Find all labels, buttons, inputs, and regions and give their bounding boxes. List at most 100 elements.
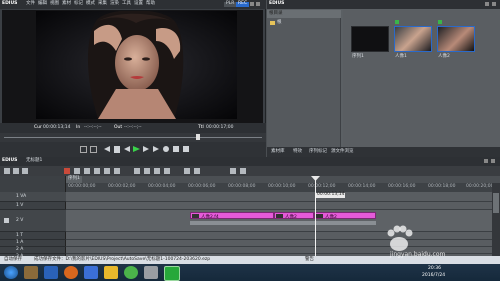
track-lane-1va[interactable] bbox=[66, 192, 492, 202]
bin-folder-tree: 根目录 根 bbox=[267, 10, 341, 147]
step-forward-icon[interactable] bbox=[143, 146, 149, 152]
bin-tree-root[interactable]: 根 bbox=[277, 20, 282, 26]
timeline-clip[interactable]: 人像2 bbox=[274, 212, 314, 220]
plr-mode-button[interactable]: PLR bbox=[224, 1, 237, 7]
ripple-icon[interactable] bbox=[134, 168, 140, 174]
track-name: 2 A bbox=[16, 247, 24, 252]
timeline-clip-label: 人像2.f4 bbox=[201, 215, 219, 220]
render-icon[interactable] bbox=[184, 168, 190, 174]
fast-forward-icon[interactable] bbox=[153, 146, 159, 152]
firefox-icon[interactable] bbox=[64, 266, 78, 279]
menu-settings[interactable]: 设置 bbox=[134, 1, 143, 7]
menu-tools[interactable]: 工具 bbox=[122, 1, 131, 7]
menu-clip[interactable]: 素材 bbox=[62, 1, 71, 7]
undo-icon[interactable] bbox=[104, 168, 110, 174]
timeline-close-icon[interactable] bbox=[491, 159, 495, 163]
cur-timecode: 00:00:13;14 bbox=[43, 125, 71, 130]
clip-thumbnail bbox=[192, 214, 199, 218]
track-header-1va[interactable]: 1 VA bbox=[0, 192, 66, 202]
track-header-1v[interactable]: 1 V bbox=[0, 202, 66, 210]
app-logo: EDIUS bbox=[2, 1, 18, 6]
zoom-in-icon[interactable] bbox=[240, 168, 246, 174]
copy-icon[interactable] bbox=[74, 168, 80, 174]
folder-icon[interactable] bbox=[104, 266, 118, 279]
timeline-minimize-icon[interactable] bbox=[484, 159, 488, 163]
ie-icon[interactable] bbox=[44, 266, 58, 279]
scrub-bar[interactable] bbox=[0, 133, 266, 142]
track-header-2a[interactable]: 2 A bbox=[0, 247, 66, 254]
insert-icon[interactable] bbox=[173, 146, 179, 152]
minimize-icon[interactable] bbox=[250, 2, 254, 6]
tab-effects[interactable]: 特效 bbox=[293, 149, 302, 155]
export-icon[interactable] bbox=[194, 168, 200, 174]
marker-icon[interactable] bbox=[164, 168, 170, 174]
timeline-toolbar bbox=[0, 166, 500, 176]
open-project-icon[interactable] bbox=[13, 168, 19, 174]
redo-icon[interactable] bbox=[114, 168, 120, 174]
bin-tab-strip: 素材库 特效 序列标记 源文件浏览 bbox=[267, 147, 500, 157]
stop-icon[interactable] bbox=[114, 146, 120, 153]
cut-icon[interactable] bbox=[64, 168, 70, 174]
menu-marker[interactable]: 标记 bbox=[74, 1, 83, 7]
sequence-tab[interactable]: 序列1 bbox=[66, 176, 82, 183]
timeline-clip[interactable]: 人像2.f4 bbox=[190, 212, 274, 220]
clip-portrait1[interactable]: 人像1 bbox=[394, 20, 432, 59]
set-out-icon[interactable] bbox=[90, 146, 97, 153]
menu-help[interactable]: 帮助 bbox=[146, 1, 155, 7]
track-header-1t[interactable]: 1 T bbox=[0, 232, 66, 240]
tab-source-browser[interactable]: 源文件浏览 bbox=[331, 149, 354, 155]
step-back-icon[interactable] bbox=[124, 146, 130, 152]
menu-file[interactable]: 文件 bbox=[26, 1, 35, 7]
loop-icon[interactable] bbox=[163, 146, 169, 152]
in-timecode: --:--:--;-- bbox=[84, 125, 102, 130]
in-label: In bbox=[76, 125, 81, 130]
paste-icon[interactable] bbox=[84, 168, 90, 174]
close-icon[interactable] bbox=[256, 2, 260, 6]
tab-sequence-markers[interactable]: 序列标记 bbox=[309, 149, 327, 155]
visibility-toggle-icon[interactable] bbox=[4, 218, 9, 223]
preview-frame-image bbox=[36, 11, 237, 119]
timeline-ruler[interactable]: 00:00:00;00 00:00:02;00 00:00:04;00 00:0… bbox=[66, 183, 494, 192]
set-in-icon[interactable] bbox=[80, 146, 87, 153]
track-lane-1v[interactable] bbox=[66, 202, 492, 210]
edius-taskbar-icon[interactable] bbox=[164, 266, 180, 281]
track-name: 1 VA bbox=[16, 194, 27, 199]
sync-icon[interactable] bbox=[154, 168, 160, 174]
track-header-1a[interactable]: 1 A bbox=[0, 240, 66, 247]
ruler-label: 00:00:10;00 bbox=[268, 184, 296, 189]
save-project-icon[interactable] bbox=[22, 168, 28, 174]
bin-tree-header: 根目录 bbox=[267, 10, 341, 18]
tab-bin[interactable]: 素材库 bbox=[271, 149, 285, 155]
bin-minimize-icon[interactable] bbox=[485, 2, 489, 6]
ruler-label: 00:00:20;00 bbox=[466, 184, 494, 189]
track-header-2v[interactable]: 2 V bbox=[0, 210, 66, 232]
start-button-icon[interactable] bbox=[4, 266, 18, 279]
clip-portrait2[interactable]: 人像2 bbox=[437, 20, 475, 59]
scrub-handle[interactable] bbox=[196, 134, 200, 140]
delete-icon[interactable] bbox=[94, 168, 100, 174]
zoom-out-icon[interactable] bbox=[230, 168, 236, 174]
app-icon[interactable] bbox=[84, 266, 98, 279]
used-check-icon bbox=[395, 20, 399, 24]
scrollbar-thumb[interactable] bbox=[493, 193, 499, 213]
playhead-line bbox=[315, 179, 316, 259]
menu-view[interactable]: 视图 bbox=[50, 1, 59, 7]
play-icon[interactable] bbox=[133, 146, 140, 152]
menu-capture[interactable]: 采集 bbox=[98, 1, 107, 7]
rewind-icon[interactable] bbox=[104, 146, 110, 152]
snap-icon[interactable] bbox=[144, 168, 150, 174]
menu-edit[interactable]: 编辑 bbox=[38, 1, 47, 7]
chrome-icon[interactable] bbox=[124, 266, 138, 279]
menu-mode[interactable]: 模式 bbox=[86, 1, 95, 7]
bin-close-icon[interactable] bbox=[492, 2, 496, 6]
mixer-line[interactable] bbox=[190, 221, 376, 225]
clip-sequence1[interactable]: 序列1 bbox=[351, 26, 389, 59]
explorer-icon[interactable] bbox=[24, 266, 38, 279]
overwrite-icon[interactable] bbox=[183, 146, 189, 152]
rec-mode-button[interactable]: REC bbox=[236, 1, 250, 7]
timeline-clip[interactable]: 人像2 bbox=[314, 212, 376, 220]
menu-render[interactable]: 渲染 bbox=[110, 1, 119, 7]
status-warning[interactable]: 警告 bbox=[305, 257, 314, 263]
app2-icon[interactable] bbox=[144, 266, 158, 279]
new-project-icon[interactable] bbox=[4, 168, 10, 174]
